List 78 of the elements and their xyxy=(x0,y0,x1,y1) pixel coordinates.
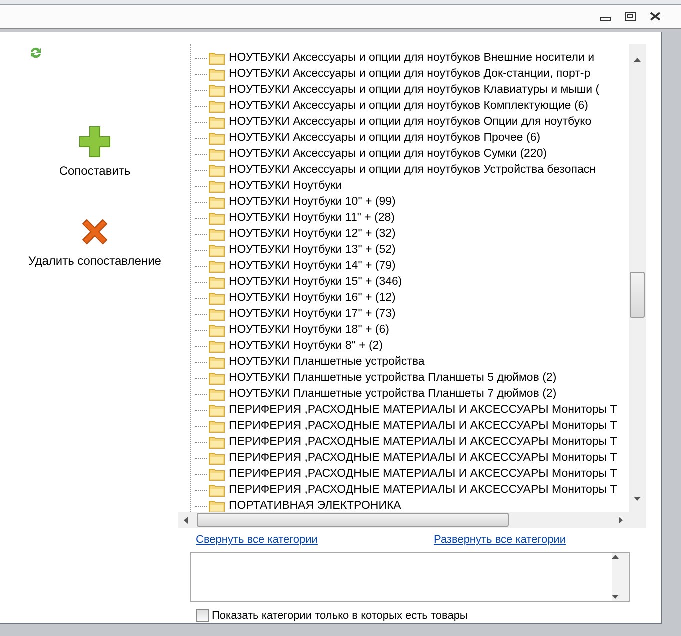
folder-icon xyxy=(209,452,225,464)
tree-item[interactable]: НОУТБУКИ Ноутбуки 11" + (28) xyxy=(229,212,395,224)
tree-item[interactable]: ПЕРИФЕРИЯ ,РАСХОДНЫЕ МАТЕРИАЛЫ И АКСЕССУАРЫ Мониторы T xyxy=(229,404,618,416)
tree-item[interactable]: НОУТБУКИ Аксессуары и опции для ноутбуков Док-станции, порт-р xyxy=(229,68,591,80)
folder-icon xyxy=(209,356,225,368)
folder-icon xyxy=(209,308,225,320)
plus-icon xyxy=(79,126,111,158)
tree-item[interactable]: НОУТБУКИ Ноутбуки 16" + (12) xyxy=(229,292,396,304)
tree-item[interactable]: НОУТБУКИ Ноутбуки 15" + (346) xyxy=(229,276,402,288)
tree-item[interactable]: НОУТБУКИ Аксессуары и опции для ноутбуков Опции для ноутбуко xyxy=(229,116,592,128)
tree-item[interactable]: НОУТБУКИ Ноутбуки xyxy=(229,180,342,192)
folder-icon xyxy=(209,132,225,144)
folder-icon xyxy=(209,484,225,496)
folder-icon xyxy=(209,388,225,400)
tree-item[interactable]: НОУТБУКИ Ноутбуки 10" + (99) xyxy=(229,196,396,208)
folder-icon xyxy=(209,276,225,288)
tree-item[interactable]: НОУТБУКИ Планшетные устройства xyxy=(229,356,425,368)
tree-item[interactable]: НОУТБУКИ Аксессуары и опции для ноутбуков Комплектующие (6) xyxy=(229,100,589,112)
horizontal-scrollbar[interactable] xyxy=(178,512,629,528)
scroll-right-icon[interactable] xyxy=(618,517,625,524)
refresh-icon[interactable] xyxy=(28,46,44,60)
folder-icon xyxy=(209,148,225,160)
folder-icon xyxy=(209,212,225,224)
tree-item[interactable]: НОУТБУКИ Аксессуары и опции для ноутбуков Сумки (220) xyxy=(229,148,548,160)
checkbox[interactable] xyxy=(196,609,209,622)
folder-icon xyxy=(209,468,225,480)
folder-icon xyxy=(209,52,225,64)
folder-icon xyxy=(209,116,225,128)
tree-item[interactable]: НОУТБУКИ Ноутбуки 8" + (2) xyxy=(229,340,384,352)
tree-item[interactable]: НОУТБУКИ Ноутбуки 12" + (32) xyxy=(229,228,396,240)
scroll-down-icon[interactable] xyxy=(634,496,641,503)
tree-item[interactable]: НОУТБУКИ Ноутбуки 17" + (73) xyxy=(229,308,396,320)
collapse-all-link[interactable]: Свернуть все категории xyxy=(196,534,318,546)
folder-icon xyxy=(209,260,225,272)
folder-icon xyxy=(209,372,225,384)
tree-item[interactable]: ПОРТАТИВНАЯ ЭЛЕКТРОНИКА xyxy=(229,500,402,512)
tree-item[interactable]: ПЕРИФЕРИЯ ,РАСХОДНЫЕ МАТЕРИАЛЫ И АКСЕССУАРЫ Мониторы T xyxy=(229,420,618,432)
scrollbar-thumb[interactable] xyxy=(197,513,509,527)
tree-item[interactable]: НОУТБУКИ Аксессуары и опции для ноутбуков Устройства безопасн xyxy=(229,164,596,176)
tree-item[interactable]: НОУТБУКИ Аксессуары и опции для ноутбуков Клавиатуры и мыши ( xyxy=(229,84,600,96)
folder-icon xyxy=(209,228,225,240)
tree-item[interactable]: НОУТБУКИ Ноутбуки 13" + (52) xyxy=(229,244,396,256)
scrollbar-thumb[interactable] xyxy=(630,272,645,318)
folder-icon xyxy=(209,196,225,208)
close-icon[interactable] xyxy=(650,12,661,21)
folder-icon xyxy=(209,164,225,176)
tree-item[interactable]: НОУТБУКИ Аксессуары и опции для ноутбуков Внешние носители и xyxy=(229,52,595,64)
scroll-up-icon[interactable] xyxy=(612,553,619,560)
folder-icon xyxy=(209,180,225,192)
folder-icon xyxy=(209,84,225,96)
tree-item[interactable]: НОУТБУКИ Планшетные устройства Планшеты 7 дюймов (2) xyxy=(229,388,557,400)
folder-icon xyxy=(209,244,225,256)
maximize-icon[interactable] xyxy=(625,12,636,21)
delete-match-button[interactable]: Удалить сопоставление xyxy=(28,216,162,268)
tree-item[interactable]: НОУТБУКИ Ноутбуки 14" + (79) xyxy=(229,260,396,272)
scroll-up-icon[interactable] xyxy=(634,56,641,63)
scroll-down-icon[interactable] xyxy=(612,594,619,601)
folder-icon xyxy=(209,404,225,416)
folder-icon xyxy=(209,500,225,512)
folder-icon xyxy=(209,324,225,336)
tree-item[interactable]: ПЕРИФЕРИЯ ,РАСХОДНЫЕ МАТЕРИАЛЫ И АКСЕССУАРЫ Мониторы T xyxy=(229,468,618,480)
folder-icon xyxy=(209,68,225,80)
scroll-left-icon[interactable] xyxy=(182,516,189,524)
vertical-scrollbar[interactable] xyxy=(629,44,646,512)
expand-all-link[interactable]: Развернуть все категории xyxy=(434,534,566,546)
tree-item[interactable]: ПЕРИФЕРИЯ ,РАСХОДНЫЕ МАТЕРИАЛЫ И АКСЕССУАРЫ Мониторы T xyxy=(229,484,618,496)
tree-item[interactable]: НОУТБУКИ Аксессуары и опции для ноутбуков Прочее (6) xyxy=(229,132,541,144)
folder-icon xyxy=(209,420,225,432)
tree-item[interactable]: НОУТБУКИ Планшетные устройства Планшеты 5 дюймов (2) xyxy=(229,372,557,384)
tree-item[interactable]: НОУТБУКИ Ноутбуки 18" + (6) xyxy=(229,324,390,336)
folder-icon xyxy=(209,100,225,112)
tree-item[interactable]: ПЕРИФЕРИЯ ,РАСХОДНЫЕ МАТЕРИАЛЫ И АКСЕССУАРЫ Мониторы T xyxy=(229,452,618,464)
match-button[interactable]: Сопоставить xyxy=(59,126,131,178)
folder-icon xyxy=(209,436,225,448)
folder-icon xyxy=(209,292,225,304)
checkbox-label: Показать категории только в которых есть товары xyxy=(212,610,468,622)
tree-item[interactable]: ПЕРИФЕРИЯ ,РАСХОДНЫЕ МАТЕРИАЛЫ И АКСЕССУАРЫ Мониторы T xyxy=(229,436,618,448)
folder-icon xyxy=(209,340,225,352)
